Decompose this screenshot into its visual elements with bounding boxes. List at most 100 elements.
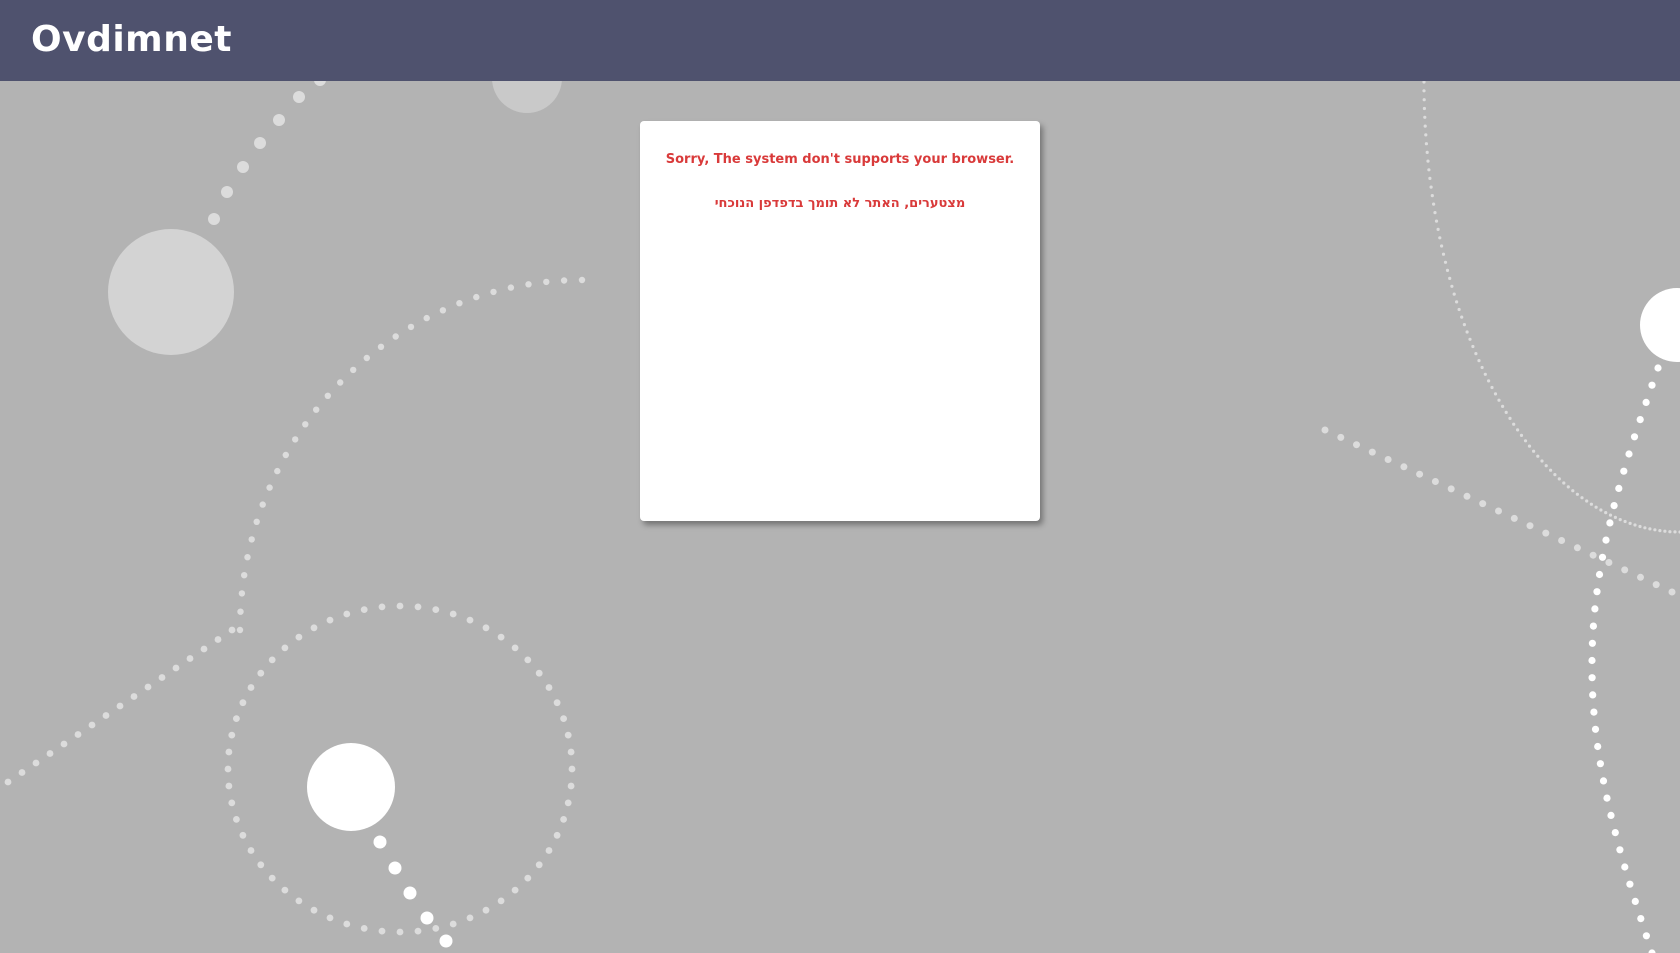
decor-dot <box>403 886 417 900</box>
decor-dot <box>1483 372 1487 376</box>
decor-dot <box>221 186 233 198</box>
decor-dot <box>1447 485 1455 493</box>
decor-dot <box>1589 502 1593 506</box>
decor-dot <box>1477 359 1481 363</box>
decor-dot <box>1526 522 1534 530</box>
decor-dot <box>1595 570 1604 579</box>
decor-dot <box>343 610 351 618</box>
decor-dot <box>1623 519 1627 524</box>
decor-dot <box>363 354 370 362</box>
decor-dot <box>466 914 474 922</box>
decor-dot <box>1633 523 1637 527</box>
decor-dot <box>266 484 273 491</box>
decor-dot <box>253 518 260 525</box>
decor-dot <box>1457 307 1461 312</box>
decor-dot <box>1431 478 1439 485</box>
decor-dot <box>567 748 575 756</box>
decor-dot <box>1321 426 1329 434</box>
decor-dot <box>248 536 255 543</box>
decor-dot <box>1638 524 1642 529</box>
decor-dot <box>1663 529 1667 533</box>
decor-dot <box>1648 527 1652 531</box>
decor-dot <box>224 765 232 773</box>
decor-dot <box>1558 537 1566 544</box>
decor-dot <box>1648 949 1656 953</box>
decor-dot <box>1429 185 1433 189</box>
decor-dot <box>268 874 276 882</box>
decor-dot <box>1591 725 1600 733</box>
decor-dot <box>237 161 249 173</box>
decor-dot <box>1368 448 1376 456</box>
decor-dot <box>130 693 138 700</box>
decor-dot <box>241 572 248 579</box>
decor-dot <box>497 633 505 641</box>
decor-dot <box>1628 521 1632 526</box>
decor-dot <box>1510 514 1518 522</box>
decor-dot <box>295 897 303 905</box>
decor-dot <box>116 702 124 710</box>
decor-dot <box>568 765 576 773</box>
decor-dot <box>560 715 567 722</box>
decor-dot <box>1422 106 1426 111</box>
decor-dot <box>259 501 266 508</box>
decor-dot <box>1594 742 1602 751</box>
decor-dot <box>295 633 303 641</box>
decor-dot <box>292 436 299 443</box>
unsupported-message-hebrew: מצטערים, האתר לא תומך בדפדפן הנוכחי <box>714 196 966 211</box>
decor-dot <box>1566 485 1570 489</box>
decor-dot <box>1436 227 1440 231</box>
decor-dot <box>1585 499 1589 503</box>
decor-dot <box>1519 433 1524 437</box>
decor-dot <box>1631 897 1639 906</box>
decor-dot <box>1443 260 1448 264</box>
decor-dot <box>1613 515 1617 520</box>
decor-dot <box>373 835 387 849</box>
decor-dot <box>564 799 572 807</box>
decor-dot <box>1504 410 1508 414</box>
unsupported-browser-dialog: Sorry, The system don't supports your br… <box>640 121 1040 521</box>
decor-dot <box>88 721 96 729</box>
decor-dot <box>1620 467 1628 475</box>
decor-dot <box>1591 605 1599 613</box>
decor-dot <box>281 644 289 652</box>
decor-dot <box>1353 441 1360 449</box>
decor-dot <box>545 684 553 691</box>
decor-dot <box>1604 510 1608 515</box>
decor-dot <box>1427 168 1431 172</box>
decor-dot <box>560 277 568 284</box>
decor-dot <box>482 906 490 914</box>
decor-dot <box>225 748 233 756</box>
decor-dot <box>1588 674 1596 682</box>
decor-dot <box>281 886 289 894</box>
decor-dot <box>396 602 404 610</box>
decor-dot <box>1400 463 1408 471</box>
decor-dot <box>1497 398 1501 402</box>
decor-dot <box>200 645 208 653</box>
decor-dot <box>360 925 368 932</box>
top-bar: Ovdimnet <box>0 0 1680 81</box>
decor-dot <box>388 861 402 875</box>
decor-dot <box>567 782 575 790</box>
decor-dot <box>310 906 318 914</box>
decor-dot <box>1636 416 1644 424</box>
decor-dot <box>423 314 430 322</box>
decor-dot <box>233 816 240 823</box>
decor-dot <box>449 920 457 928</box>
decor-dot <box>1490 385 1494 390</box>
decor-dot <box>1630 433 1639 441</box>
decor-dot <box>228 799 236 807</box>
decor-dot <box>1621 566 1629 574</box>
decor-dot <box>1589 691 1597 699</box>
brand-logo[interactable]: Ovdimnet <box>31 16 232 64</box>
decor-dot <box>268 656 276 664</box>
decor-dot <box>1673 530 1677 534</box>
decor-dot <box>302 421 309 428</box>
decor-dot <box>4 778 12 786</box>
decor-dot <box>239 831 247 839</box>
decor-dot <box>1589 622 1597 630</box>
decor-dot <box>1562 481 1566 485</box>
decor-dot <box>535 861 543 869</box>
decor-dot <box>1610 502 1618 510</box>
decor-dot <box>543 278 550 286</box>
decor-dot <box>1416 470 1424 478</box>
